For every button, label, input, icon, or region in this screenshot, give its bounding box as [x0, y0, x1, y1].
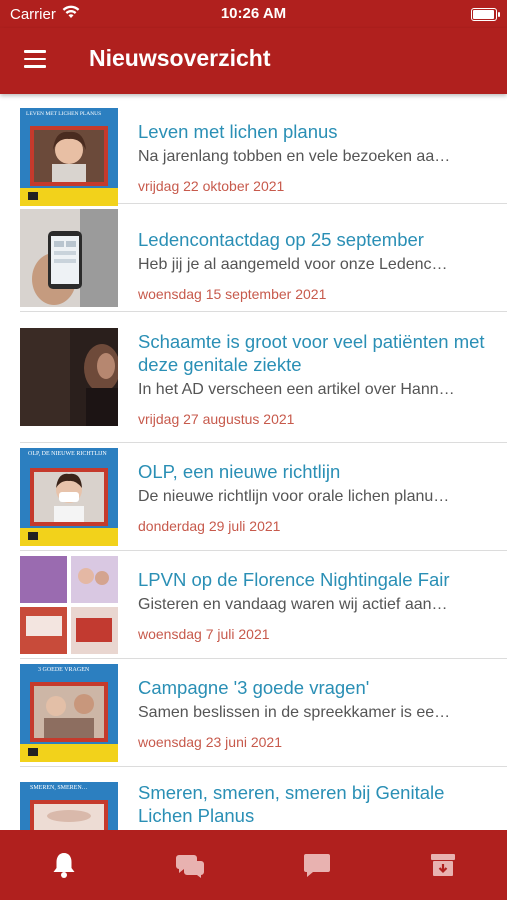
tab-news[interactable]: [44, 850, 84, 880]
news-date: woensdag 15 september 2021: [138, 286, 327, 302]
news-thumbnail: [20, 209, 118, 307]
news-date: woensdag 7 juli 2021: [138, 626, 270, 642]
news-item[interactable]: OLP, DE NIEUWE RICHTLIJN OLP, een nieuwe…: [20, 443, 507, 551]
chat-bubbles-icon: [176, 855, 204, 878]
tab-messages[interactable]: [297, 850, 337, 880]
thumbnail-caption: OLP, DE NIEUWE RICHTLIJN: [28, 451, 107, 457]
news-title: Ledencontactdag op 25 september: [138, 229, 424, 250]
battery-icon: [471, 8, 500, 21]
tab-bar: [0, 830, 507, 900]
news-title: Leven met lichen planus: [138, 121, 338, 142]
news-excerpt: In het AD verscheen een artikel over Han…: [138, 381, 455, 398]
news-item[interactable]: Ledencontactdag op 25 september Heb jij …: [20, 204, 507, 312]
page-title: Nieuwsoverzicht: [89, 45, 271, 71]
news-item[interactable]: Schaamte is groot voor veel patiënten me…: [20, 312, 507, 443]
news-title: OLP, een nieuwe richtlijn: [138, 461, 341, 482]
news-list[interactable]: LEVEN MET LICHEN PLANUS Leven met lichen…: [0, 96, 507, 830]
news-excerpt: Gisteren en vandaag waren wij actief aan…: [138, 596, 448, 613]
news-item[interactable]: SMEREN, SMEREN… Smeren, smeren, smeren b…: [20, 767, 507, 830]
thumbnail-caption: 3 GOEDE VRAGEN: [38, 667, 90, 673]
news-excerpt: Samen beslissen in de spreekkamer is ee…: [138, 704, 451, 721]
header-bar: Nieuwsoverzicht: [0, 28, 507, 94]
news-excerpt: De nieuwe richtlijn voor orale lichen pl…: [138, 488, 450, 505]
news-thumbnail: SMEREN, SMEREN…: [20, 782, 118, 830]
news-item[interactable]: 3 GOEDE VRAGEN Campagne '3 goede vragen'…: [20, 659, 507, 767]
news-title: Smeren, smeren, smeren bij Genitale Lich…: [138, 782, 445, 826]
news-title: Campagne '3 goede vragen': [138, 677, 370, 698]
tab-forum[interactable]: [170, 850, 210, 880]
thumbnail-caption: LEVEN MET LICHEN PLANUS: [26, 111, 102, 117]
news-date: vrijdag 27 augustus 2021: [138, 411, 295, 427]
news-title: LPVN op de Florence Nightingale Fair: [138, 569, 450, 590]
news-date: vrijdag 22 oktober 2021: [138, 178, 285, 194]
news-excerpt: Heb jij je al aangemeld voor onze Ledenc…: [138, 256, 448, 273]
news-date: woensdag 23 juni 2021: [138, 734, 283, 750]
news-thumbnail: OLP, DE NIEUWE RICHTLIJN: [20, 448, 118, 546]
message-icon: [304, 854, 330, 877]
news-thumbnail: [20, 556, 118, 654]
bell-icon: [53, 853, 75, 878]
thumbnail-caption: SMEREN, SMEREN…: [30, 785, 88, 791]
news-item[interactable]: LPVN op de Florence Nightingale Fair Gis…: [20, 551, 507, 659]
news-item[interactable]: LEVEN MET LICHEN PLANUS Leven met lichen…: [20, 96, 507, 206]
news-thumbnail: [20, 328, 118, 426]
news-title: Schaamte is groot voor veel patiënten me…: [138, 331, 485, 375]
news-excerpt: Na jarenlang tobben en vele bezoeken aa…: [138, 148, 451, 165]
news-thumbnail: LEVEN MET LICHEN PLANUS: [20, 108, 118, 206]
hamburger-menu-icon[interactable]: [24, 50, 46, 70]
clock: 10:26 AM: [220, 5, 287, 22]
archive-icon: [431, 854, 455, 876]
news-thumbnail: 3 GOEDE VRAGEN: [20, 664, 118, 762]
news-date: donderdag 29 juli 2021: [138, 518, 281, 534]
status-bar: Carrier 10:26 AM: [0, 0, 507, 28]
tab-archive[interactable]: [423, 850, 463, 880]
